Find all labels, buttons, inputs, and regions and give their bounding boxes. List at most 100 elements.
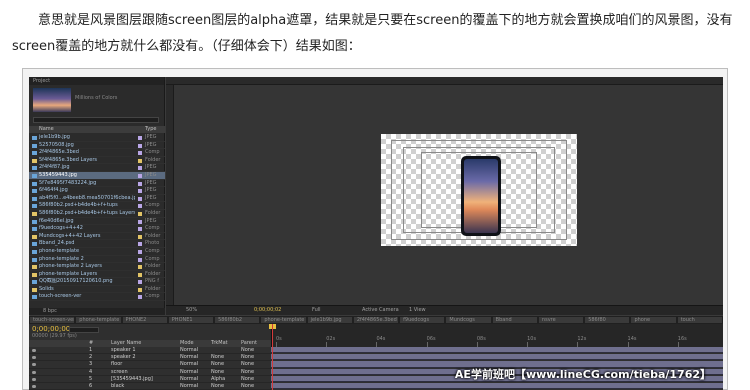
layer-trkmat-select[interactable]: None	[211, 354, 224, 361]
comp-tab[interactable]: phone	[631, 317, 676, 323]
column-name[interactable]: Name	[39, 126, 54, 133]
camera-select[interactable]: Active Camera	[362, 306, 399, 315]
col-parent[interactable]: Parent	[241, 340, 257, 347]
layer-duration-bar[interactable]	[271, 347, 723, 354]
label-color-swatch[interactable]	[138, 181, 142, 186]
eye-icon[interactable]	[32, 377, 36, 381]
composition-canvas[interactable]	[381, 134, 577, 246]
layer-parent-select[interactable]: None	[241, 347, 254, 354]
project-item[interactable]: 6f464f4.jpg JPEG	[29, 187, 165, 195]
project-item[interactable]: QQ截图20150917120610.png PNG f	[29, 278, 165, 286]
project-item[interactable]: phone-template 2 Comp	[29, 256, 165, 264]
layer-row[interactable]: 2 speaker 2 Normal None None	[29, 354, 271, 362]
comp-tab[interactable]: Bband	[492, 317, 537, 323]
label-color-swatch[interactable]	[138, 158, 142, 163]
label-color-swatch[interactable]	[138, 204, 142, 209]
eye-icon[interactable]	[32, 385, 36, 388]
comp-tab[interactable]: PHONE1	[168, 317, 214, 323]
project-item[interactable]: jele1b9b.jpg JPEG	[29, 134, 165, 142]
label-color-swatch[interactable]	[138, 265, 142, 270]
label-color-swatch[interactable]	[138, 234, 142, 239]
timeline-current-time[interactable]: 0;00;00;00	[32, 325, 70, 333]
playhead[interactable]	[272, 324, 273, 390]
comp-tab[interactable]: PHONE2	[122, 317, 167, 323]
layer-duration-bar[interactable]	[271, 354, 723, 361]
layer-trkmat-select[interactable]: Alpha	[211, 376, 225, 383]
comp-tab[interactable]: touch-screen-ver	[30, 317, 75, 323]
label-color-swatch[interactable]	[138, 257, 142, 262]
layer-parent-select[interactable]: None	[241, 376, 254, 383]
project-search-input[interactable]	[33, 117, 159, 123]
layer-parent-select[interactable]: None	[241, 369, 254, 376]
layer-mode-select[interactable]: Normal	[180, 347, 198, 354]
layer-mode-select[interactable]: Normal	[180, 354, 198, 361]
project-item[interactable]: 586f80b2.psd+b4de4b+f+tups Layers Folder	[29, 210, 165, 218]
label-color-swatch[interactable]	[138, 143, 142, 148]
project-item[interactable]: 5f4f4865e.3bed Layers Folder	[29, 157, 165, 165]
comp-tab[interactable]: touch	[677, 317, 722, 323]
label-color-swatch[interactable]	[138, 295, 142, 300]
layer-parent-select[interactable]: None	[241, 354, 254, 361]
layer-row[interactable]: 3 floor Normal None None	[29, 361, 271, 369]
eye-icon[interactable]	[32, 356, 36, 360]
comp-tab[interactable]: jele1b9b.jpg	[307, 317, 352, 323]
layer-trkmat-select[interactable]: None	[211, 361, 224, 368]
comp-tab[interactable]: phone-template 2	[76, 317, 121, 323]
label-color-swatch[interactable]	[138, 280, 142, 285]
layer-row[interactable]: 5 [535459443.jpg] Normal Alpha None	[29, 376, 271, 383]
label-color-swatch[interactable]	[138, 242, 142, 247]
project-item[interactable]: 535459443.jpg JPEG	[29, 171, 165, 180]
label-color-swatch[interactable]	[138, 272, 142, 277]
phone-mockup[interactable]	[461, 156, 501, 236]
layer-mode-select[interactable]: Normal	[180, 361, 198, 368]
layer-row[interactable]: 1 speaker 1 Normal None	[29, 347, 271, 355]
project-item[interactable]: Solids Folder	[29, 286, 165, 294]
layer-parent-select[interactable]: None	[241, 361, 254, 368]
label-color-swatch[interactable]	[138, 166, 142, 171]
label-color-swatch[interactable]	[138, 189, 142, 194]
layer-mode-select[interactable]: Normal	[180, 376, 198, 383]
project-item[interactable]: 586f80b2.psd+b4de4b+f+tups Comp	[29, 202, 165, 210]
layer-row[interactable]: 4 screen Normal None None	[29, 369, 271, 376]
col-layer-name[interactable]: Layer Name	[111, 340, 141, 347]
comp-tab[interactable]: 2f4f4865e.3bed	[353, 317, 399, 323]
comp-tab[interactable]: 586f80b2	[215, 317, 260, 323]
comp-tab[interactable]: nsvre	[538, 317, 584, 323]
label-color-swatch[interactable]	[138, 287, 142, 292]
time-ruler[interactable]: 0s 02s 04s 06s 08s 10s 12s 14s 16s	[271, 324, 723, 347]
project-item[interactable]: 2f4f4865e.3bed Comp	[29, 149, 165, 157]
project-item[interactable]: Bband_24.psd Photo	[29, 240, 165, 248]
project-item[interactable]: f6e40d6el.jpg JPEG	[29, 218, 165, 226]
layer-trkmat-select[interactable]: None	[211, 369, 224, 376]
comp-tab[interactable]: Mundcogs	[446, 317, 491, 323]
layer-mode-select[interactable]: Normal	[180, 369, 198, 376]
viewer-timecode[interactable]: 0;00;00;02	[254, 306, 281, 315]
col-trkmat[interactable]: TrkMat	[211, 340, 228, 347]
label-color-swatch[interactable]	[138, 136, 142, 140]
layer-trkmat-select[interactable]: None	[211, 383, 224, 390]
label-color-swatch[interactable]	[138, 227, 142, 232]
eye-icon[interactable]	[32, 363, 36, 367]
project-item[interactable]: phone-template Comp	[29, 248, 165, 256]
layer-duration-bar[interactable]	[271, 383, 723, 390]
label-color-swatch[interactable]	[138, 196, 142, 201]
label-color-swatch[interactable]	[138, 211, 142, 216]
project-item[interactable]: 5f7e8495f7483224.jpg JPEG	[29, 180, 165, 188]
project-item[interactable]: Mundcogs+4+42 Layers Folder	[29, 233, 165, 241]
project-tab[interactable]: Project	[29, 77, 164, 85]
label-color-swatch[interactable]	[138, 173, 142, 178]
view-layout-select[interactable]: 1 View	[409, 306, 426, 315]
timeline-search-input[interactable]	[69, 327, 99, 333]
project-item[interactable]: 2f4f4f87.jpg JPEG	[29, 164, 165, 172]
zoom-level[interactable]: 50%	[186, 306, 197, 315]
layer-parent-select[interactable]: None	[241, 383, 254, 390]
layer-mode-select[interactable]: Normal	[180, 383, 198, 390]
layer-row[interactable]: 6 black Normal None None	[29, 383, 271, 390]
project-item[interactable]: phone-template Layers Folder	[29, 271, 165, 279]
comp-tab[interactable]: 586f80	[585, 317, 630, 323]
comp-tab[interactable]: f9uedcogs	[400, 317, 445, 323]
eye-icon[interactable]	[32, 370, 36, 374]
resolution-select[interactable]: Full	[312, 306, 321, 315]
project-item[interactable]: ab4f5f0...e4beeb8.mea50701f6cbea.jpg JPEG	[29, 195, 165, 203]
comp-tab[interactable]: phone-template	[261, 317, 306, 323]
